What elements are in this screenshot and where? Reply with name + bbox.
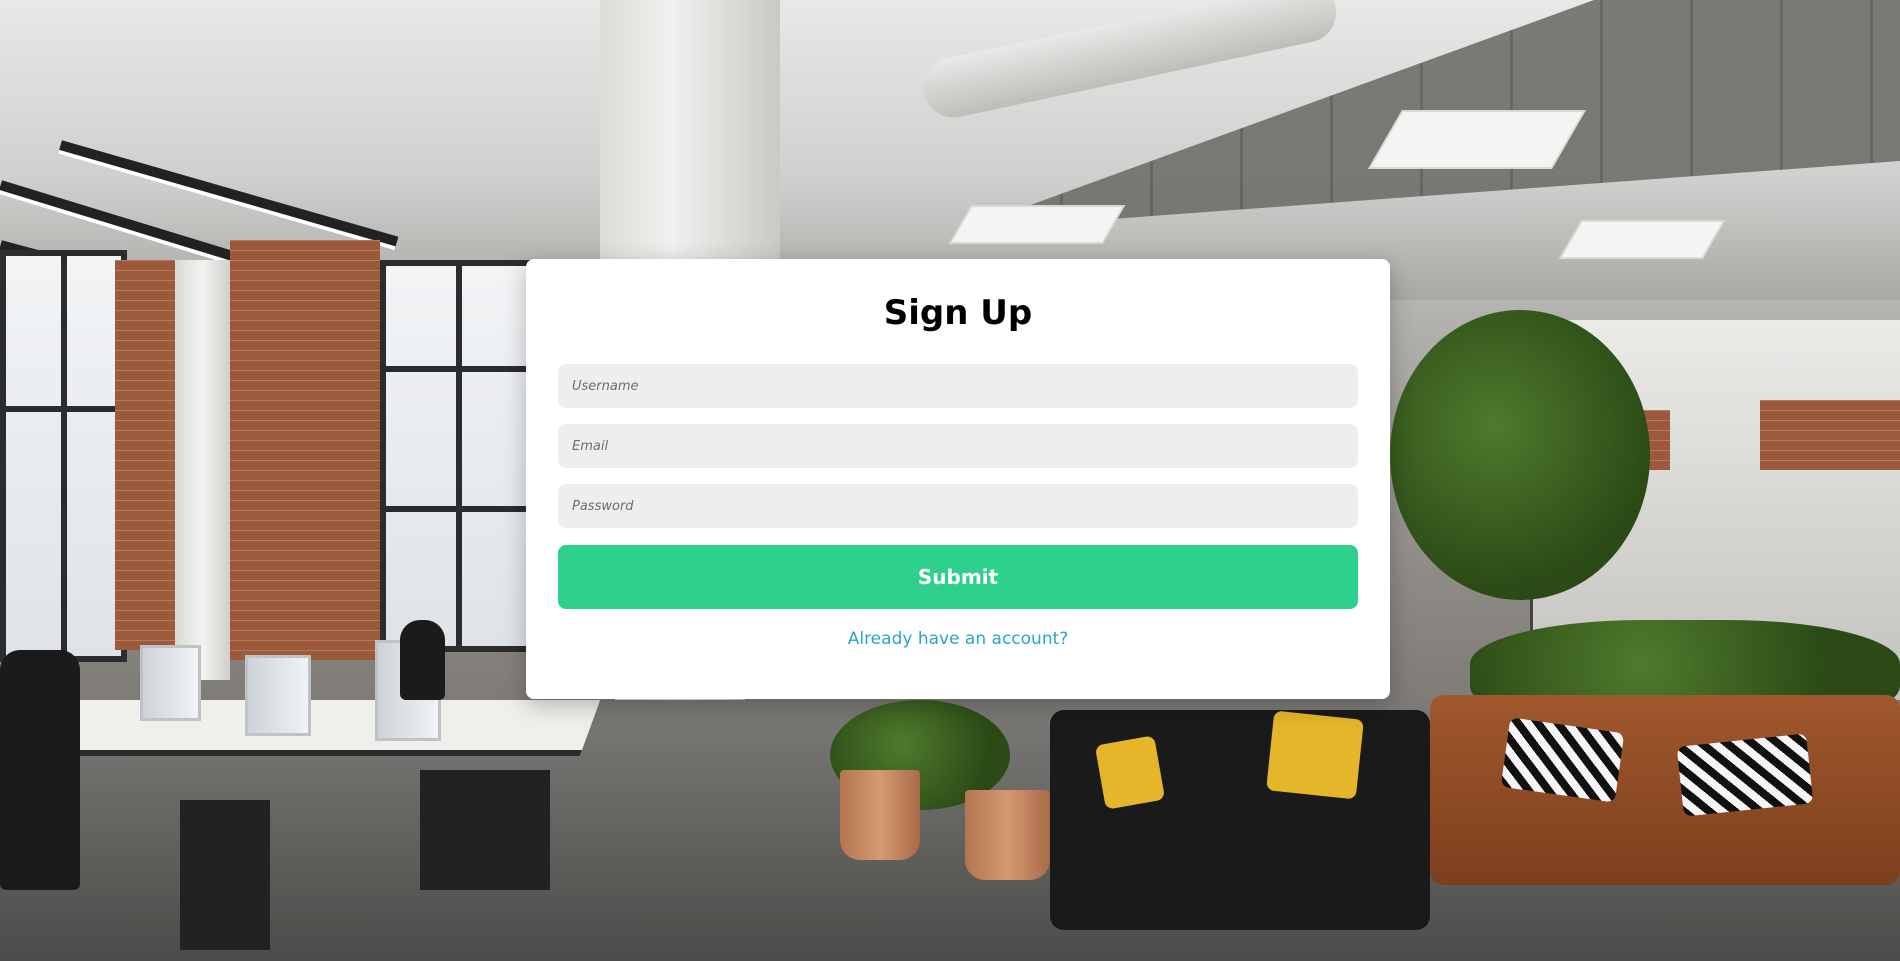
cabinet bbox=[420, 770, 550, 890]
patterned-pillow bbox=[1676, 733, 1814, 817]
monitor bbox=[245, 655, 311, 736]
pillar bbox=[175, 260, 230, 680]
signup-card: Sign Up Submit Already have an account? bbox=[526, 259, 1390, 699]
window bbox=[0, 250, 127, 662]
window bbox=[380, 260, 537, 652]
brick-wall bbox=[230, 240, 380, 660]
login-link[interactable]: Already have an account? bbox=[558, 629, 1358, 649]
leather-sofa bbox=[1430, 695, 1900, 885]
office-chair bbox=[400, 620, 445, 700]
ceiling-light bbox=[948, 205, 1126, 244]
brick-wall bbox=[1760, 400, 1900, 470]
password-input[interactable] bbox=[558, 484, 1358, 528]
ceiling-light bbox=[1367, 110, 1587, 169]
ceiling-light bbox=[1558, 220, 1726, 259]
yellow-pillow bbox=[1266, 710, 1364, 800]
plant-pot bbox=[965, 790, 1050, 880]
brick-wall bbox=[115, 260, 175, 650]
cabinet bbox=[180, 800, 270, 950]
page-title: Sign Up bbox=[883, 293, 1033, 333]
plant bbox=[1390, 310, 1650, 600]
email-input[interactable] bbox=[558, 424, 1358, 468]
concrete-column bbox=[600, 0, 780, 260]
submit-button[interactable]: Submit bbox=[558, 545, 1358, 609]
username-input[interactable] bbox=[558, 364, 1358, 408]
yellow-pillow bbox=[1094, 735, 1166, 810]
plant-pot bbox=[840, 770, 920, 860]
monitor bbox=[140, 645, 201, 721]
office-chair bbox=[0, 650, 80, 890]
